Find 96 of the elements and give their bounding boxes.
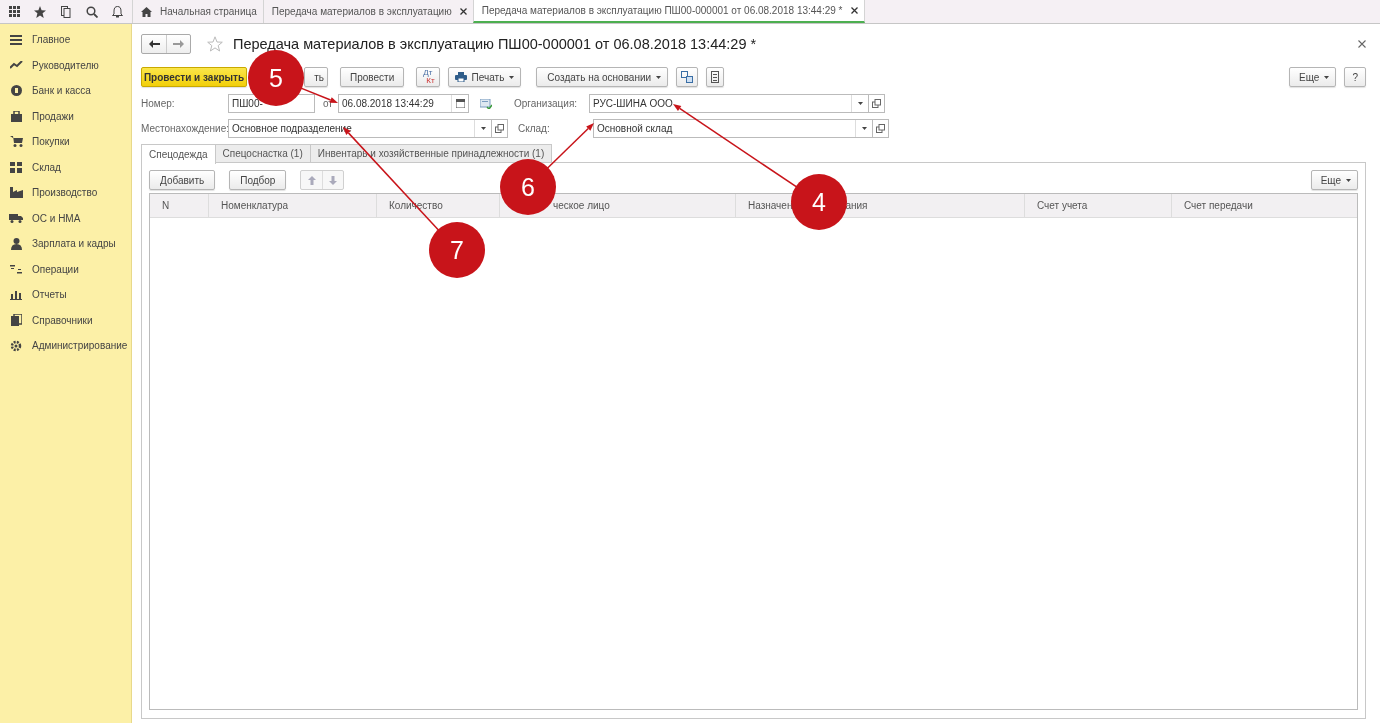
section-tab[interactable]: Спецодежда (141, 144, 216, 164)
location-field[interactable]: Основное подразделение (228, 119, 492, 138)
document-check-icon (480, 98, 492, 109)
location-label: Местонахождение: (141, 123, 228, 134)
bag-icon (10, 110, 22, 122)
post-and-close-button[interactable]: Провести и закрыть (141, 67, 247, 87)
ledger-icon (10, 263, 22, 275)
bell-icon (111, 5, 123, 18)
close-icon[interactable] (1358, 40, 1366, 48)
book-icon (10, 314, 22, 327)
debit-credit-button[interactable]: Дт Кт (416, 67, 440, 87)
caret-icon (1346, 178, 1351, 182)
calendar-icon (455, 99, 465, 108)
sidebar-item[interactable]: Операции (0, 256, 131, 282)
document-list-icon (711, 71, 720, 83)
more-button[interactable]: Еще (1289, 67, 1337, 87)
sidebar-item[interactable]: Отчеты (0, 282, 131, 308)
cart-icon (9, 136, 23, 148)
print-button[interactable]: Печать (447, 67, 522, 87)
date-label: от (323, 98, 334, 109)
window-title: Передача материалов в эксплуатацию ПШ00-000001 от 06.08.2018 13:44:29 * (233, 36, 757, 52)
column-header[interactable]: Счет учета (1025, 194, 1172, 217)
window-icon (495, 124, 504, 133)
open-button[interactable] (492, 119, 508, 138)
document-tab[interactable]: Передача материалов в эксплуатацию (262, 0, 473, 23)
warehouse-label: Склад: (518, 123, 551, 134)
open-button[interactable] (869, 94, 885, 113)
caret-icon (656, 75, 662, 79)
column-header-start[interactable]: Назначен (748, 200, 793, 211)
sidebar-item[interactable]: Главное (0, 27, 131, 53)
pick-button[interactable]: Подбор (229, 170, 287, 190)
apps-grid-icon (9, 6, 21, 17)
warehouse-field[interactable]: Основной склад (593, 119, 873, 138)
sidebar-item[interactable]: Зарплата и кадры (0, 231, 131, 257)
column-header[interactable]: Номенклатура (209, 194, 377, 217)
close-icon (850, 7, 858, 14)
column-header[interactable]: Счет передачи (1172, 194, 1357, 217)
open-button[interactable] (873, 119, 889, 138)
list-button[interactable] (706, 67, 725, 87)
section-tab[interactable]: Инвентарь и хозяйственные принадлежности (1) (309, 144, 553, 162)
add-button[interactable]: Добавить (149, 170, 216, 190)
number-label: Номер: (141, 98, 176, 109)
callout-marker: 4 (791, 174, 847, 230)
sidebar-item[interactable]: Администрирование (0, 333, 131, 359)
printer-icon (454, 72, 467, 82)
grid-icon (10, 161, 22, 173)
down-arrow-icon (329, 175, 338, 185)
caret-icon (861, 127, 867, 130)
settings-icon (10, 339, 22, 352)
create-based-on-button[interactable]: Создать на основании (536, 67, 669, 87)
caret-icon (1324, 75, 1330, 79)
sidebar-item[interactable]: ОС и НМА (0, 205, 131, 231)
caret-icon (509, 75, 515, 79)
section-tab[interactable]: Спецоснастка (1) (214, 144, 311, 162)
post-button[interactable]: Провести (340, 67, 405, 87)
sidebar-item[interactable]: Склад (0, 154, 131, 180)
factory-icon (9, 187, 23, 199)
more-button[interactable]: Еще (1310, 170, 1358, 190)
organization-label: Организация: (514, 98, 579, 109)
sidebar-item[interactable]: Справочники (0, 307, 131, 333)
sidebar-item[interactable]: Банк и касса (0, 78, 131, 104)
close-icon (459, 8, 467, 15)
trend-line-icon (9, 61, 23, 70)
truck-icon (9, 213, 23, 224)
column-header[interactable]: N (150, 194, 209, 217)
document-tab[interactable]: Начальная страница (132, 0, 263, 23)
save-button[interactable]: ть (304, 67, 328, 87)
linked-documents-icon (681, 71, 694, 83)
help-button[interactable]: ? (1344, 67, 1366, 87)
right-arrow-icon (173, 40, 184, 48)
sidebar-item[interactable]: Производство (0, 180, 131, 206)
window-icon (876, 124, 885, 133)
sidebar-item[interactable]: Покупки (0, 129, 131, 155)
home-icon (141, 6, 152, 17)
star-icon (34, 5, 47, 18)
sidebar-item[interactable]: Руководителю (0, 52, 131, 78)
coin-icon (10, 85, 22, 97)
left-arrow-icon (148, 40, 160, 48)
bar-chart-icon (10, 289, 22, 300)
search-icon (85, 5, 98, 18)
up-arrow-icon (307, 175, 316, 185)
date-field[interactable]: 06.08.2018 13:44:29 (338, 94, 469, 113)
favorite-star-icon (207, 36, 223, 52)
menu-icon (10, 34, 22, 45)
person-icon (10, 237, 22, 250)
caret-icon (480, 127, 486, 130)
structure-button[interactable] (676, 67, 699, 87)
organization-field[interactable]: РУС-ШИНА ООО (589, 94, 869, 113)
caret-icon (857, 102, 863, 105)
copy-icon (61, 5, 71, 18)
sidebar-item[interactable]: Продажи (0, 103, 131, 129)
close-glyph-icon (1358, 40, 1366, 48)
callout-marker: 7 (429, 222, 485, 278)
document-tab[interactable]: Передача материалов в эксплуатацию ПШ00-000001 от 06.08.2018 13:44:29 * (472, 0, 865, 23)
window-icon (872, 99, 881, 108)
column-header-end[interactable]: ания (845, 200, 868, 211)
